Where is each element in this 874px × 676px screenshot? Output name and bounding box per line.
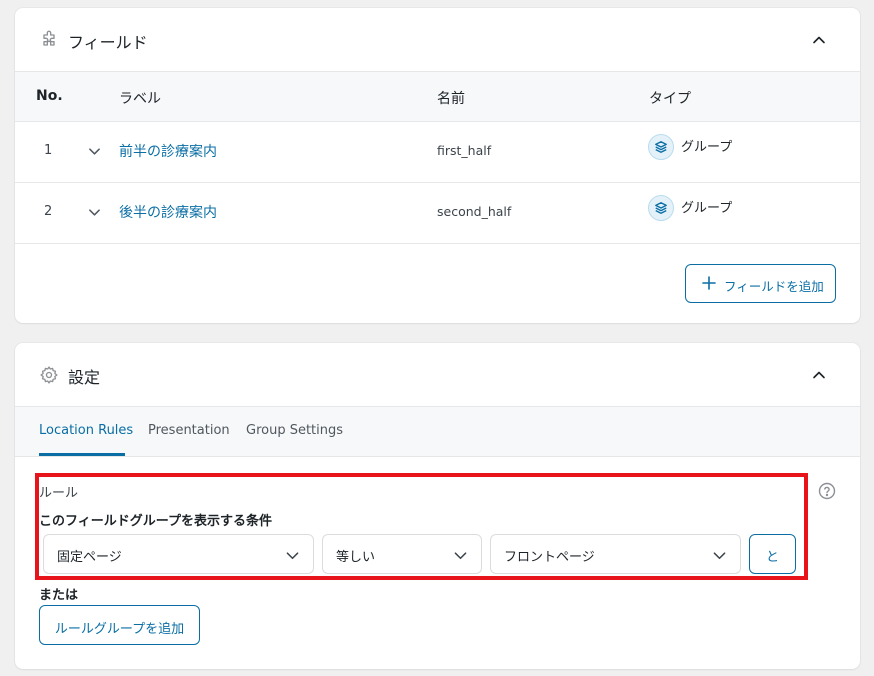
chevron-down-icon[interactable] [88, 206, 101, 219]
fields-panel-header[interactable]: フィールド [15, 8, 860, 72]
add-rule-group-button[interactable]: ルールグループを追加 [39, 605, 200, 645]
field-number: 2 [44, 204, 53, 219]
column-header-name: 名前 [437, 91, 465, 107]
field-label-link[interactable]: 後半の診療案内 [119, 202, 217, 222]
tab-group-settings[interactable]: Group Settings [246, 423, 343, 438]
rules-title: ルール [39, 486, 79, 501]
settings-tabs: Location Rules Presentation Group Settin… [15, 407, 860, 457]
chevron-up-icon[interactable] [812, 368, 826, 382]
chevron-down-icon [713, 552, 726, 560]
settings-panel-title: 設定 [68, 368, 101, 387]
field-type: グループ [681, 201, 733, 216]
field-label-link[interactable]: 前半の診療案内 [119, 141, 217, 161]
and-rule-label: と [765, 550, 779, 565]
rules-subtitle: このフィールドグループを表示する条件 [39, 514, 272, 529]
add-field-button[interactable]: フィールドを追加 [685, 264, 836, 303]
fields-table-header: No. ラベル 名前 タイプ [15, 72, 860, 122]
active-tab-indicator [39, 453, 125, 456]
fields-panel: フィールド No. ラベル 名前 タイプ 1 前半の診療案内 first_hal… [15, 8, 860, 323]
fields-panel-title: フィールド [68, 33, 148, 52]
or-label: または [39, 588, 79, 603]
gear-icon [40, 366, 58, 384]
chevron-down-icon[interactable] [88, 145, 101, 158]
table-row[interactable]: 1 前半の診療案内 first_half グループ [15, 122, 860, 183]
tab-location-rules[interactable]: Location Rules [39, 423, 133, 438]
rule-operator-select[interactable]: 等しい [322, 534, 482, 574]
column-header-no: No. [36, 88, 63, 104]
field-type: グループ [681, 140, 733, 155]
layers-icon [648, 195, 674, 221]
chevron-down-icon [454, 552, 467, 560]
rule-value-value: フロントページ [504, 550, 595, 565]
layers-icon [648, 134, 674, 160]
rule-operator-value: 等しい [336, 550, 376, 565]
rule-param-select[interactable]: 固定ページ [43, 534, 314, 574]
table-row[interactable]: 2 後半の診療案内 second_half グループ [15, 183, 860, 244]
field-name: second_half [437, 204, 512, 219]
add-rule-group-label: ルールグループを追加 [54, 622, 185, 637]
field-number: 1 [44, 143, 53, 158]
settings-panel-header[interactable]: 設定 [15, 343, 860, 407]
rule-param-value: 固定ページ [57, 550, 122, 565]
and-rule-button[interactable]: と [749, 534, 796, 574]
field-name: first_half [437, 143, 492, 158]
add-field-label: フィールドを追加 [724, 279, 824, 294]
plus-icon [702, 276, 716, 290]
rule-value-select[interactable]: フロントページ [490, 534, 741, 574]
tab-presentation[interactable]: Presentation [148, 423, 230, 438]
settings-panel: 設定 Location Rules Presentation Group Set… [15, 343, 860, 669]
puzzle-icon [43, 30, 55, 46]
chevron-up-icon[interactable] [812, 33, 826, 47]
column-header-label: ラベル [119, 91, 161, 107]
question-circle-icon[interactable] [818, 482, 836, 500]
column-header-type: タイプ [649, 91, 691, 107]
chevron-down-icon [286, 552, 299, 560]
